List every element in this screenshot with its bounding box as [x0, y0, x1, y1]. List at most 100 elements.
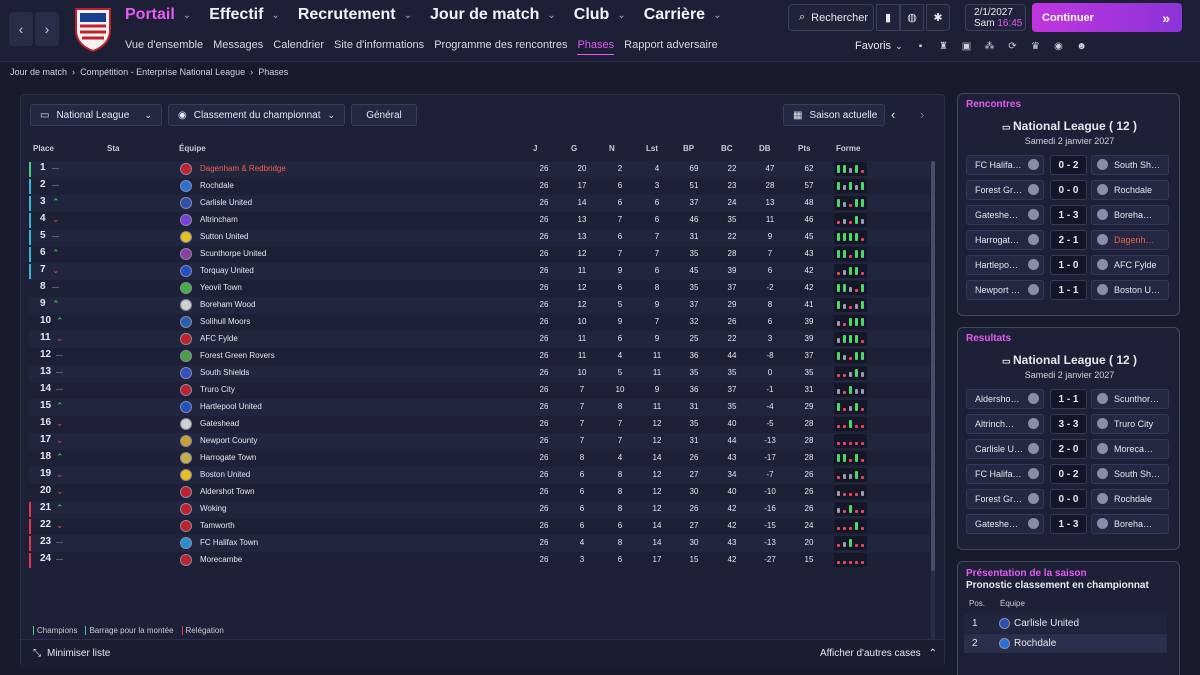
row-team[interactable]: Torquay United	[200, 266, 254, 275]
row-team[interactable]: Dagenham & Redbridge	[200, 164, 286, 173]
match-score[interactable]: 0 - 0	[1050, 180, 1087, 200]
nav-0[interactable]: Portail ⌄	[125, 6, 191, 24]
show-more-button[interactable]: Afficher d'autres cases ⌃	[820, 648, 937, 659]
match-score[interactable]: 0 - 2	[1050, 464, 1087, 484]
table-row[interactable]: 19 ⌄ Boston United 26 6 8 12 27 34 -7 26	[29, 467, 930, 484]
match-row[interactable]: Carlisle U… 2 - 0 Moreca…	[966, 439, 1172, 459]
table-row[interactable]: 13 — South Shields 26 10 5 11 35 35 0 35	[29, 365, 930, 382]
breadcrumb-item[interactable]: Compétition - Enterprise National League	[80, 67, 245, 77]
breadcrumb-item[interactable]: Jour de match	[10, 67, 67, 77]
subnav-item[interactable]: Calendrier	[273, 39, 324, 55]
header-bc[interactable]: BC	[721, 144, 733, 153]
subnav-item[interactable]: Site d'informations	[334, 39, 424, 55]
match-score[interactable]: 2 - 0	[1050, 439, 1087, 459]
match-row[interactable]: Aldersho… 1 - 1 Scunthor…	[966, 389, 1172, 409]
match-score[interactable]: 1 - 3	[1050, 205, 1087, 225]
report-icon[interactable]: ▣	[959, 39, 974, 53]
header-place[interactable]: Place	[33, 144, 54, 153]
match-row[interactable]: Forest Gr… 0 - 0 Rochdale	[966, 489, 1172, 509]
table-row[interactable]: 22 ⌄ Tamworth 26 6 6 14 27 42 -15 24	[29, 518, 930, 535]
row-team[interactable]: Aldershot Town	[200, 487, 255, 496]
table-row[interactable]: 3 ⌃ Carlisle United 26 14 6 6 37 24 13 48	[29, 195, 930, 212]
header-form[interactable]: Forme	[836, 144, 860, 153]
table-row[interactable]: 11 ⌄ AFC Fylde 26 11 6 9 25 22 3 39	[29, 331, 930, 348]
match-score[interactable]: 1 - 0	[1050, 255, 1087, 275]
table-row[interactable]: 2 — Rochdale 26 17 6 3 51 23 28 57	[29, 178, 930, 195]
season-dropdown[interactable]: ▦ Saison actuelle	[783, 104, 885, 126]
row-team[interactable]: FC Halifax Town	[200, 538, 258, 547]
row-team[interactable]: Harrogate Town	[200, 453, 256, 462]
subnav-item[interactable]: Messages	[213, 39, 263, 55]
match-row[interactable]: Altrinch… 3 - 3 Truro City	[966, 414, 1172, 434]
preview-head-team[interactable]: Équipe	[1000, 599, 1025, 608]
table-row[interactable]: 7 ⌄ Torquay United 26 11 9 6 45 39 6 42	[29, 263, 930, 280]
table-row[interactable]: 15 ⌃ Hartlepool United 26 7 8 11 31 35 -4 29	[29, 399, 930, 416]
table-row[interactable]: 24 — Morecambe 26 3 6 17 15 42 -27 15	[29, 552, 930, 569]
table-row[interactable]: 18 ⌃ Harrogate Town 26 8 4 14 26 43 -17 28	[29, 450, 930, 467]
game-date[interactable]: 2/1/2027 Sam 16:45	[965, 4, 1026, 31]
table-row[interactable]: 6 ⌃ Scunthorpe United 26 12 7 7 35 28 7 43	[29, 246, 930, 263]
match-score[interactable]: 3 - 3	[1050, 414, 1087, 434]
match-row[interactable]: Newport … 1 - 1 Boston U…	[966, 280, 1172, 300]
results-league[interactable]: ▭ National League ( 12 )	[958, 353, 1181, 367]
row-team[interactable]: Forest Green Rovers	[200, 351, 275, 360]
row-team[interactable]: Boston United	[200, 470, 250, 479]
league-dropdown[interactable]: ▭ National League ⌄	[30, 104, 162, 126]
row-team[interactable]: Gateshead	[200, 419, 239, 428]
preview-row[interactable]: 2 Rochdale	[964, 634, 1167, 653]
club-crest-icon[interactable]	[73, 6, 113, 52]
header-sta[interactable]: Sta	[107, 144, 119, 153]
match-row[interactable]: Gateshe… 1 - 3 Boreha…	[966, 205, 1172, 225]
match-score[interactable]: 0 - 0	[1050, 489, 1087, 509]
chat-icon[interactable]: ▪	[913, 39, 928, 53]
match-score[interactable]: 2 - 1	[1050, 230, 1087, 250]
row-team[interactable]: Morecambe	[200, 555, 242, 564]
header-pts[interactable]: Pts	[798, 144, 810, 153]
header-l[interactable]: Lst	[646, 144, 658, 153]
back-button[interactable]: ‹	[9, 12, 33, 46]
match-score[interactable]: 0 - 2	[1050, 155, 1087, 175]
match-score[interactable]: 1 - 3	[1050, 514, 1087, 534]
row-team[interactable]: Altrincham	[200, 215, 238, 224]
table-row[interactable]: 16 ⌄ Gateshead 26 7 7 12 35 40 -5 28	[29, 416, 930, 433]
row-team[interactable]: Yeovil Town	[200, 283, 242, 292]
nav-2[interactable]: Recrutement ⌄	[298, 6, 412, 24]
header-db[interactable]: DB	[759, 144, 771, 153]
row-team[interactable]: Hartlepool United	[200, 402, 262, 411]
minimize-list-button[interactable]: ⤡ Minimiser liste	[33, 648, 110, 659]
table-row[interactable]: 14 — Truro City 26 7 10 9 36 37 -1 31	[29, 382, 930, 399]
table-row[interactable]: 9 ⌃ Boreham Wood 26 12 5 9 37 29 8 41	[29, 297, 930, 314]
table-row[interactable]: 17 ⌄ Newport County 26 7 7 12 31 44 -13 28	[29, 433, 930, 450]
globe-button[interactable]: ◍	[900, 4, 924, 31]
scrollbar-thumb[interactable]	[931, 161, 935, 571]
shirt-icon[interactable]: ♜	[936, 39, 951, 53]
header-team[interactable]: Équipe	[179, 144, 206, 153]
subnav-item[interactable]: Rapport adversaire	[624, 39, 718, 55]
row-team[interactable]: Newport County	[200, 436, 257, 445]
header-g[interactable]: G	[571, 144, 577, 153]
row-team[interactable]: Carlisle United	[200, 198, 252, 207]
match-score[interactable]: 1 - 1	[1050, 280, 1087, 300]
preview-team[interactable]: Rochdale	[1014, 638, 1056, 649]
row-team[interactable]: Boreham Wood	[200, 300, 255, 309]
search-button[interactable]: ⌕ Rechercher	[788, 4, 874, 31]
match-row[interactable]: Forest Gr… 0 - 0 Rochdale	[966, 180, 1172, 200]
table-row[interactable]: 10 ⌃ Solihull Moors 26 10 9 7 32 26 6 39	[29, 314, 930, 331]
table-row[interactable]: 5 — Sutton United 26 13 6 7 31 22 9 45	[29, 229, 930, 246]
match-row[interactable]: Gateshe… 1 - 3 Boreha…	[966, 514, 1172, 534]
row-team[interactable]: Tamworth	[200, 521, 235, 530]
nav-1[interactable]: Effectif ⌄	[209, 6, 280, 24]
nav-3[interactable]: Jour de match ⌄	[430, 6, 556, 24]
preview-row[interactable]: 1 Carlisle United	[964, 614, 1167, 633]
view-dropdown[interactable]: ◉ Classement du championnat ⌄	[168, 104, 345, 126]
next-season-button[interactable]: ›	[920, 107, 924, 122]
forward-button[interactable]: ›	[35, 12, 59, 46]
subnav-item[interactable]: Programme des rencontres	[434, 39, 567, 55]
scout-icon[interactable]: ◉	[1051, 39, 1066, 53]
row-team[interactable]: Truro City	[200, 385, 235, 394]
table-row[interactable]: 21 ⌃ Woking 26 6 8 12 26 42 -16 26	[29, 501, 930, 518]
match-row[interactable]: Hartlepo… 1 - 0 AFC Fylde	[966, 255, 1172, 275]
row-team[interactable]: South Shields	[200, 368, 249, 377]
staff-icon[interactable]: ☻	[1074, 39, 1089, 53]
subnav-item[interactable]: Phases	[577, 39, 615, 55]
